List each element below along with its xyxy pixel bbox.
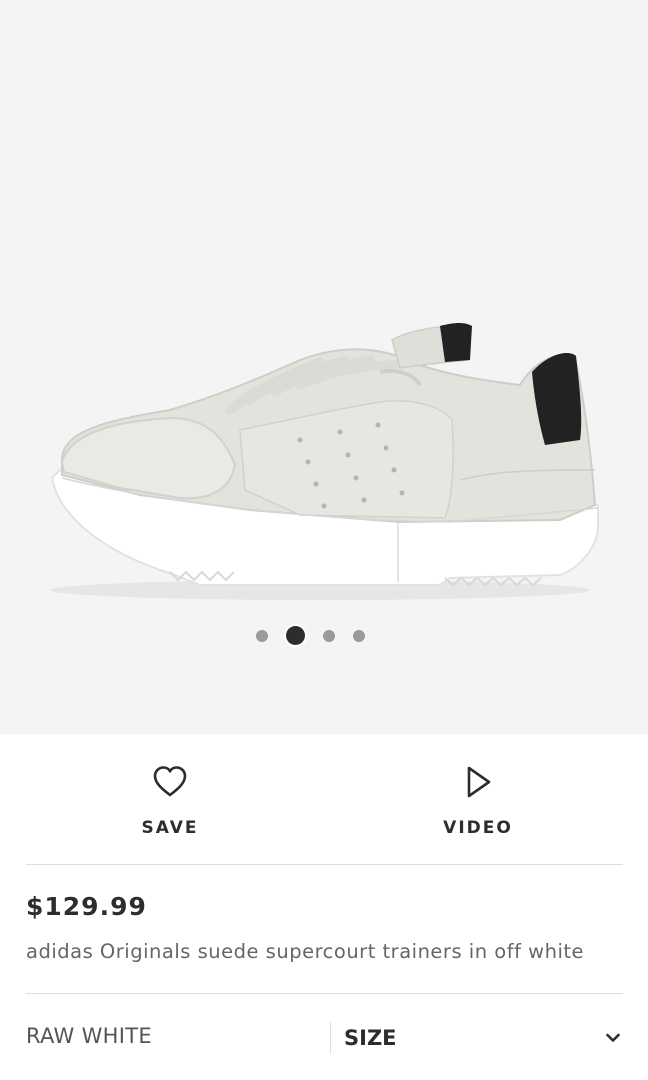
options-separator [330,1022,331,1054]
gallery-dot-active[interactable] [285,626,305,645]
gallery-dot[interactable] [255,629,268,642]
product-colour: RAW WHITE [26,1024,152,1048]
product-price: $129.99 [26,892,147,921]
divider [26,993,623,994]
play-icon [467,766,491,798]
product-actions: SAVE VIDEO [0,734,648,864]
size-dropdown[interactable]: SIZE [344,1016,624,1060]
size-label: SIZE [344,1026,397,1050]
save-button[interactable]: SAVE [80,764,260,844]
heart-icon [153,766,187,797]
divider [26,864,623,865]
video-button[interactable]: VIDEO [388,764,568,844]
product-image-gallery[interactable] [0,0,648,734]
gallery-pagination [0,626,634,645]
gallery-dot[interactable] [322,629,335,642]
chevron-down-icon [606,1033,620,1042]
product-title: adidas Originals suede supercourt traine… [26,940,584,963]
product-page: SAVE VIDEO $129.99 adidas Originals sued… [0,0,648,1080]
save-label: SAVE [141,818,199,838]
product-image[interactable] [0,0,648,734]
video-label: VIDEO [443,818,513,838]
gallery-dot[interactable] [352,629,365,642]
